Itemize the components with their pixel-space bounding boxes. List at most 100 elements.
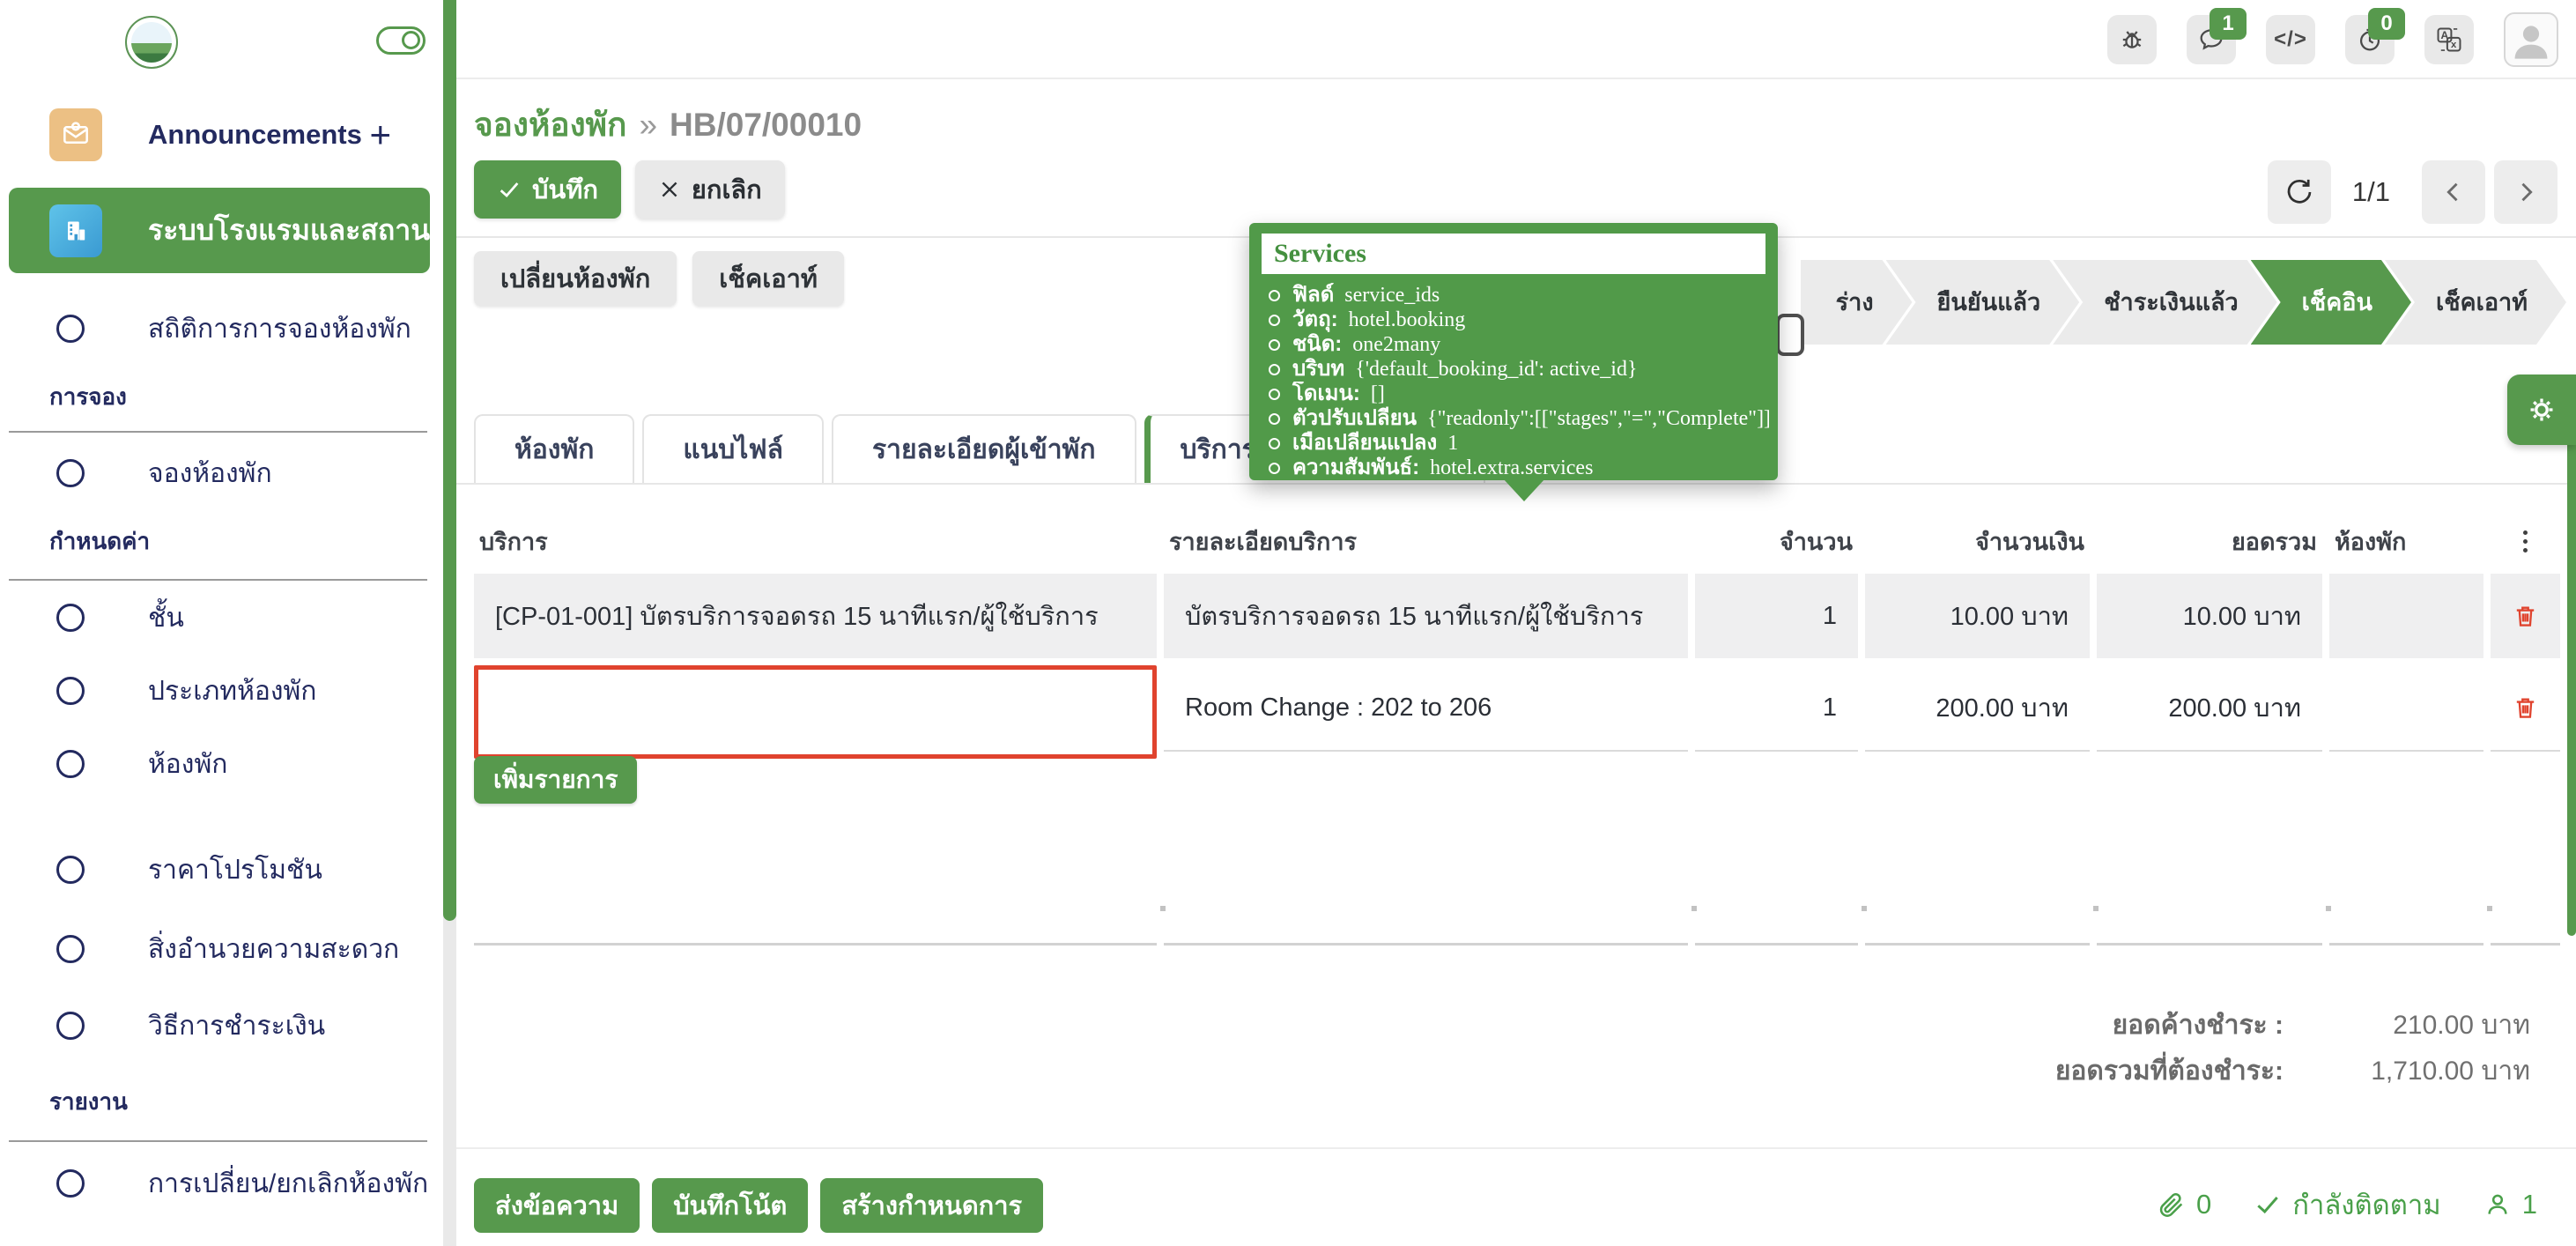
- col-header-amount[interactable]: จำนวนเงิน: [1865, 515, 2090, 567]
- cell-qty[interactable]: 1: [1695, 665, 1858, 752]
- cell-detail[interactable]: Room Change : 202 to 206: [1164, 665, 1688, 752]
- cell-total[interactable]: 200.00 บาท: [2097, 665, 2322, 752]
- add-announcement-button[interactable]: +: [369, 116, 391, 153]
- divider: [9, 431, 427, 433]
- followers-counter[interactable]: 1: [2483, 1189, 2537, 1220]
- delete-row-button[interactable]: [2491, 574, 2560, 658]
- company-logo[interactable]: [125, 16, 178, 69]
- schedule-activity-button[interactable]: สร้างกำหนดการ: [820, 1178, 1043, 1233]
- sidebar-item-room-type[interactable]: ประเภทห้องพัก: [0, 672, 440, 709]
- send-message-button[interactable]: ส่งข้อความ: [474, 1178, 640, 1233]
- col-header-qty[interactable]: จำนวน: [1695, 515, 1858, 567]
- sidebar-app-hotel-active[interactable]: ระบบโรงแรมและสถานที่—: [9, 188, 430, 273]
- column-options-button[interactable]: [2491, 515, 2560, 567]
- add-line-button[interactable]: เพิ่มรายการ: [474, 756, 637, 804]
- tab-rooms[interactable]: ห้องพัก: [474, 414, 634, 485]
- pager-next-button[interactable]: [2494, 160, 2557, 224]
- cell-room[interactable]: [2329, 574, 2483, 658]
- check-icon: [2254, 1190, 2282, 1219]
- divider: [456, 1147, 2576, 1149]
- save-button[interactable]: บันทึก: [474, 160, 621, 219]
- cell-qty[interactable]: 1: [1695, 574, 1858, 658]
- tab-attachments[interactable]: แนบไฟล์: [642, 414, 824, 485]
- user-avatar[interactable]: [2504, 12, 2558, 67]
- checkout-button[interactable]: เช็คเอาท์: [692, 251, 844, 306]
- messages-button[interactable]: 1: [2187, 15, 2236, 64]
- kebab-menu-icon: [2523, 530, 2528, 553]
- tab-guest-details[interactable]: รายละเอียดผู้เข้าพัก: [832, 414, 1136, 485]
- sidebar-item-booking-stats[interactable]: สถิติการการจองห้องพัก: [0, 310, 440, 347]
- sidebar-item-floor[interactable]: ชั้น: [0, 599, 440, 636]
- attachments-count: 0: [2196, 1189, 2211, 1220]
- col-header-total[interactable]: ยอดรวม: [2097, 515, 2322, 567]
- save-label: บันทึก: [532, 169, 598, 210]
- breadcrumb: จองห้องพัก»HB/07/00010: [474, 99, 862, 151]
- code-icon: </>: [2274, 27, 2307, 52]
- tooltip-title: Services: [1274, 239, 1366, 269]
- sidebar-item-label: ราคาโปรโมชัน: [148, 849, 322, 891]
- tooltip-field-label: ฟิลด์: [1292, 283, 1334, 307]
- hotel-app-label: ระบบโรงแรมและสถานที่—: [148, 208, 477, 253]
- cancel-label: ยกเลิก: [692, 169, 762, 210]
- following-toggle[interactable]: กำลังติดตาม: [2254, 1183, 2441, 1227]
- activities-button[interactable]: 0: [2345, 15, 2395, 64]
- cell-amount[interactable]: 200.00 บาท: [1865, 665, 2090, 752]
- sidebar-item-payment-methods[interactable]: วิธีการชำระเงิน: [0, 1007, 440, 1044]
- sidebar-toggle[interactable]: [376, 26, 426, 55]
- column-boundary-dot: [2093, 906, 2099, 911]
- total-payable-value: 1,710.00 บาท: [2284, 1050, 2530, 1092]
- debug-bug-button[interactable]: [2107, 15, 2157, 64]
- sidebar-item-label: จองห้องพัก: [148, 453, 272, 494]
- pager-previous-button[interactable]: [2422, 160, 2485, 224]
- settings-fab-button[interactable]: [2507, 375, 2576, 445]
- following-label: กำลังติดตาม: [2292, 1183, 2441, 1227]
- sidebar-item-room-change-cancel[interactable]: การเปลี่ยน/ยกเลิกห้องพัก: [0, 1165, 440, 1202]
- status-step-checkout[interactable]: เช็คเอาท์: [2385, 260, 2566, 345]
- bug-icon: [2117, 25, 2147, 55]
- col-header-service[interactable]: บริการ: [474, 515, 1157, 567]
- cell-service-invalid[interactable]: [474, 665, 1157, 759]
- sidebar-app-announcements[interactable]: Announcements +: [0, 104, 440, 166]
- column-boundary-dot: [2326, 906, 2331, 911]
- tooltip-field-value: hotel.extra.services: [1430, 456, 1593, 480]
- col-header-room[interactable]: ห้องพัก: [2329, 515, 2483, 567]
- sidebar-item-label: สถิติการการจองห้องพัก: [148, 308, 411, 350]
- tooltip-field-label: โดเมน:: [1292, 382, 1360, 405]
- log-note-button[interactable]: บันทึกโน้ต: [652, 1178, 808, 1233]
- col-header-detail[interactable]: รายละเอียดบริการ: [1164, 515, 1688, 567]
- circle-icon: [56, 315, 85, 343]
- sidebar-item-promo-price[interactable]: ราคาโปรโมชัน: [0, 851, 440, 888]
- delete-row-button[interactable]: [2491, 665, 2560, 752]
- cell-detail[interactable]: บัตรบริการจอดรถ 15 นาทีแรก/ผู้ใช้บริการ: [1164, 574, 1688, 658]
- sidebar-scrollbar-thumb[interactable]: [443, 0, 456, 921]
- cancel-button[interactable]: ยกเลิก: [635, 160, 785, 219]
- sidebar-section-booking: การจอง: [49, 379, 127, 415]
- cell-amount[interactable]: 10.00 บาท: [1865, 574, 2090, 658]
- chevron-right-icon: [2511, 177, 2541, 207]
- sidebar-item-amenities[interactable]: สิ่งอำนวยความสะดวก: [0, 931, 440, 968]
- breadcrumb-app-link[interactable]: จองห้องพัก: [474, 107, 626, 143]
- status-step-confirmed[interactable]: ยืนยันแล้ว: [1886, 260, 2080, 345]
- paperclip-icon: [2158, 1190, 2186, 1219]
- cell-room[interactable]: [2329, 665, 2483, 752]
- column-boundary-dot: [1691, 906, 1697, 911]
- main-scrollbar-thumb[interactable]: [2567, 379, 2576, 936]
- statusbar: ร่าง ยืนยันแล้ว ชำระเงินแล้ว เช็คอิน เช็…: [1801, 260, 2566, 345]
- sidebar-item-book-room[interactable]: จองห้องพัก: [0, 455, 440, 492]
- table-header-row: บริการ รายละเอียดบริการ จำนวน จำนวนเงิน …: [474, 515, 2560, 567]
- sidebar-item-label: วิธีการชำระเงิน: [148, 1005, 325, 1047]
- cell-total[interactable]: 10.00 บาท: [2097, 574, 2322, 658]
- circle-icon: [56, 1012, 85, 1040]
- change-room-button[interactable]: เปลี่ยนห้องพัก: [474, 251, 677, 306]
- developer-tools-button[interactable]: </>: [2266, 15, 2315, 64]
- translate-button[interactable]: A x: [2424, 15, 2474, 64]
- boolean-checkbox[interactable]: [1776, 314, 1804, 356]
- refresh-button[interactable]: [2268, 160, 2331, 224]
- attachments-counter[interactable]: 0: [2158, 1189, 2211, 1220]
- cell-service[interactable]: [CP-01-001] บัตรบริการจอดรถ 15 นาทีแรก/ผ…: [474, 574, 1157, 658]
- sidebar-item-rooms[interactable]: ห้องพัก: [0, 745, 440, 782]
- status-step-paid[interactable]: ชำระเงินแล้ว: [2053, 260, 2276, 345]
- tooltip-field-value: 1: [1447, 432, 1458, 456]
- divider: [9, 1140, 427, 1142]
- tooltip-rows: ฟิลด์service_ids วัตถุ:hotel.booking ชนิ…: [1249, 281, 1778, 480]
